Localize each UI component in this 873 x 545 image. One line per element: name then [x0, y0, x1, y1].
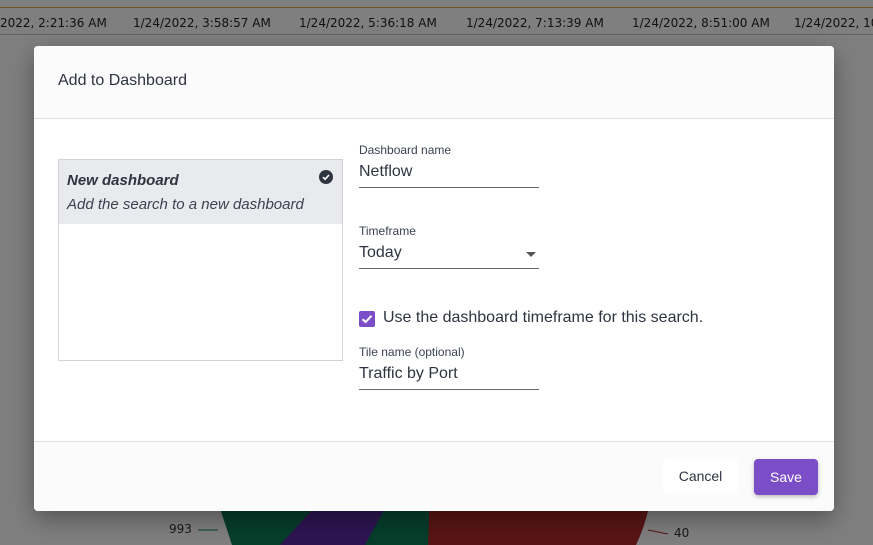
dashboard-name-label: Dashboard name — [359, 143, 452, 157]
dashboard-name-value: Netflow — [359, 163, 413, 180]
save-button[interactable]: Save — [754, 459, 818, 495]
new-dashboard-option[interactable]: New dashboard Add the search to a new da… — [59, 160, 342, 224]
checkmark-icon — [361, 315, 373, 324]
add-to-dashboard-dialog: Add to Dashboard New dashboard Add the s… — [34, 46, 834, 511]
use-dashboard-timeframe-checkbox[interactable] — [359, 311, 375, 327]
new-dashboard-title: New dashboard — [67, 172, 179, 189]
chevron-down-icon — [526, 252, 536, 257]
timeframe-value: Today — [359, 244, 402, 261]
cancel-button[interactable]: Cancel — [663, 459, 738, 493]
tile-name-field[interactable]: Traffic by Port — [359, 363, 539, 390]
new-dashboard-subtitle: Add the search to a new dashboard — [67, 196, 304, 213]
dialog-header: Add to Dashboard — [34, 46, 834, 119]
dialog-title: Add to Dashboard — [58, 72, 187, 89]
timeframe-label: Timeframe — [359, 224, 416, 238]
timeframe-select[interactable]: Today — [359, 242, 539, 269]
use-dashboard-timeframe-label: Use the dashboard timeframe for this sea… — [383, 309, 704, 326]
dashboard-name-field[interactable]: Netflow — [359, 161, 539, 188]
tile-name-label: Tile name (optional) — [359, 345, 465, 359]
tile-name-value: Traffic by Port — [359, 365, 458, 382]
dashboard-list: New dashboard Add the search to a new da… — [58, 159, 343, 361]
check-circle-icon — [319, 170, 333, 184]
